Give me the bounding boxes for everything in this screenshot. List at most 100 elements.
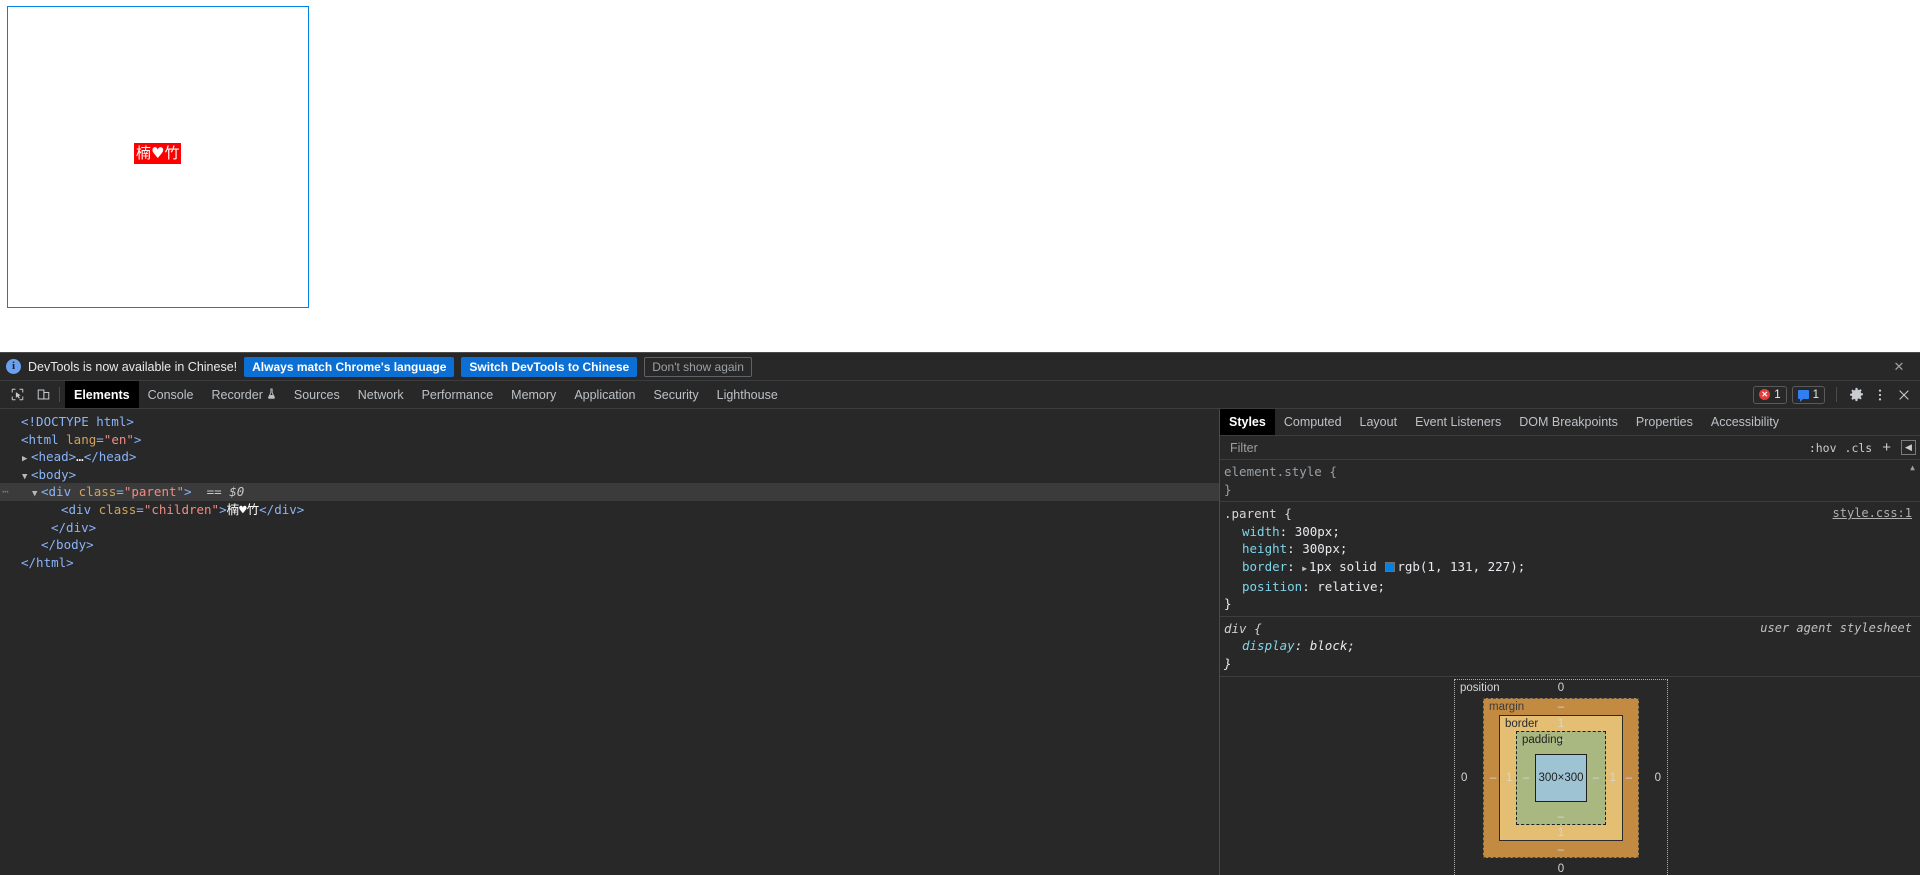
box-model-margin-top[interactable]: – — [1484, 701, 1638, 713]
dom-tree-row[interactable]: </div> — [0, 519, 1219, 537]
tab-layout[interactable]: Layout — [1351, 409, 1407, 435]
css-value-color[interactable]: rgb(1, 131, 227); — [1397, 559, 1525, 574]
styles-filter-input[interactable] — [1228, 439, 1801, 456]
tab-styles-label: Styles — [1229, 415, 1266, 429]
box-model-position-left[interactable]: 0 — [1461, 772, 1467, 784]
kebab-menu-icon[interactable] — [1869, 384, 1891, 406]
box-model-padding-left[interactable]: – — [1523, 772, 1529, 784]
tab-network-label: Network — [357, 387, 404, 402]
tab-recorder[interactable]: Recorder — [202, 381, 284, 408]
styles-tabbar: Styles Computed Layout Event Listeners D… — [1220, 409, 1920, 436]
dom-tree-row[interactable]: <div class="children">楠♥竹</div> — [0, 501, 1219, 519]
css-property[interactable]: height — [1224, 541, 1287, 556]
box-model-border-left[interactable]: 1 — [1506, 772, 1512, 784]
css-property[interactable]: border — [1224, 559, 1287, 574]
box-model-content-box[interactable]: 300×300 — [1535, 753, 1587, 802]
tabbar-right-controls: ✕ 1 1 — [1753, 381, 1920, 408]
css-colon: : — [1287, 558, 1303, 574]
css-declaration[interactable]: height: 300px; — [1224, 540, 1920, 558]
box-model-padding-bottom[interactable]: – — [1517, 811, 1605, 823]
device-toolbar-icon[interactable] — [30, 381, 56, 408]
css-declaration[interactable]: border: ▶ 1px solid rgb(1, 131, 227); — [1224, 558, 1920, 578]
css-rule-block[interactable]: element.style {} — [1220, 460, 1920, 503]
box-model-border-top[interactable]: 1 — [1500, 718, 1622, 730]
box-model-position-bottom[interactable]: 0 — [1455, 863, 1667, 875]
tab-event-listeners[interactable]: Event Listeners — [1406, 409, 1510, 435]
css-selector[interactable]: .parent { — [1224, 505, 1920, 523]
box-model-position-top[interactable]: 0 — [1455, 682, 1667, 694]
tab-console[interactable]: Console — [139, 381, 203, 408]
always-match-chrome-language-button[interactable]: Always match Chrome's language — [244, 356, 455, 377]
tab-sources[interactable]: Sources — [285, 381, 349, 408]
dom-tree-row[interactable]: <html lang="en"> — [0, 431, 1219, 449]
dom-tree-row[interactable]: ▶ <head>…</head> — [0, 448, 1219, 466]
close-devtools-icon[interactable] — [1893, 384, 1915, 406]
dom-tree-row[interactable]: <!DOCTYPE html> — [0, 413, 1219, 431]
css-declaration[interactable]: display: block; — [1224, 637, 1920, 655]
box-model-margin-bottom[interactable]: – — [1484, 844, 1638, 856]
box-model-position-right[interactable]: 0 — [1655, 772, 1661, 784]
tab-sources-label: Sources — [293, 387, 340, 402]
css-value[interactable]: block; — [1310, 638, 1355, 653]
box-model-margin-left[interactable]: – — [1490, 772, 1496, 784]
box-model-margin-right[interactable]: – — [1626, 772, 1632, 784]
tab-network[interactable]: Network — [349, 381, 413, 408]
css-property[interactable]: display — [1224, 638, 1295, 653]
dom-tree-row[interactable]: ▼ <body> — [0, 466, 1219, 484]
tab-memory-label: Memory — [511, 387, 557, 402]
box-model-padding-top[interactable]: – — [1517, 734, 1605, 746]
tab-performance[interactable]: Performance — [413, 381, 503, 408]
tab-application[interactable]: Application — [565, 381, 644, 408]
css-selector[interactable]: element.style { — [1224, 463, 1920, 481]
new-style-rule-button[interactable]: + — [1880, 439, 1893, 456]
dom-tree-row[interactable]: </html> — [0, 554, 1219, 572]
tab-elements[interactable]: Elements — [65, 381, 139, 408]
box-model-padding-right[interactable]: – — [1593, 772, 1599, 784]
dom-tree-row[interactable]: ⋯ ▼ <div class="parent"> == $0 — [0, 483, 1219, 501]
gear-icon[interactable] — [1845, 384, 1867, 406]
dont-show-again-button[interactable]: Don't show again — [644, 356, 752, 377]
box-model-border-bottom[interactable]: 1 — [1500, 827, 1622, 839]
tab-dom-breakpoints[interactable]: DOM Breakpoints — [1510, 409, 1627, 435]
tab-dom-breakpoints-label: DOM Breakpoints — [1519, 415, 1618, 429]
tab-memory[interactable]: Memory — [502, 381, 565, 408]
tab-security[interactable]: Security — [644, 381, 707, 408]
css-value[interactable]: relative; — [1317, 579, 1385, 594]
dom-tree-panel[interactable]: <!DOCTYPE html> <html lang="en"> ▶ <head>…<… — [0, 409, 1219, 875]
tab-lighthouse[interactable]: Lighthouse — [708, 381, 787, 408]
browser-viewport: 楠♥竹 — [0, 0, 1920, 352]
dom-tree-row[interactable]: </body> — [0, 536, 1219, 554]
computed-sidebar-toggle-icon[interactable]: ◀ — [1901, 440, 1916, 455]
box-model-border-right[interactable]: 1 — [1610, 772, 1616, 784]
css-rule-origin[interactable]: style.css:1 — [1833, 505, 1912, 523]
css-rule-block[interactable]: style.css:1 .parent {width: 300px; height:… — [1220, 502, 1920, 617]
css-value[interactable]: 300px; — [1302, 541, 1347, 556]
children-div: 楠♥竹 — [134, 143, 182, 164]
css-value[interactable]: 300px; — [1295, 524, 1340, 539]
hov-toggle[interactable]: :hov — [1809, 441, 1837, 455]
message-count: 1 — [1812, 388, 1819, 401]
error-count-badge[interactable]: ✕ 1 — [1753, 385, 1787, 404]
css-declaration[interactable]: width: 300px; — [1224, 523, 1920, 541]
tab-properties[interactable]: Properties — [1627, 409, 1702, 435]
css-property[interactable]: width — [1224, 524, 1280, 539]
cls-toggle[interactable]: .cls — [1845, 441, 1873, 455]
color-swatch[interactable] — [1385, 561, 1396, 572]
switch-devtools-to-chinese-button[interactable]: Switch DevTools to Chinese — [461, 356, 638, 377]
css-declaration[interactable]: position: relative; — [1224, 578, 1920, 596]
infobar-close-icon[interactable]: ✕ — [1890, 358, 1908, 376]
box-model-margin-layer: margin – – – – border 1 1 1 1 padding – … — [1483, 697, 1639, 858]
tab-accessibility[interactable]: Accessibility — [1702, 409, 1788, 435]
tab-computed[interactable]: Computed — [1275, 409, 1351, 435]
box-model-position-layer: position 0 0 0 0 margin – – – – border 1… — [1455, 680, 1667, 875]
tab-styles[interactable]: Styles — [1220, 409, 1275, 435]
message-count-badge[interactable]: 1 — [1791, 385, 1825, 404]
inspect-element-icon[interactable] — [4, 381, 30, 408]
dom-row-menu-icon[interactable]: ⋯ — [2, 483, 10, 501]
css-property[interactable]: position — [1224, 579, 1302, 594]
tab-console-label: Console — [147, 387, 194, 402]
tab-security-label: Security — [653, 387, 699, 402]
infobar-message: DevTools is now available in Chinese! — [28, 359, 238, 374]
css-value[interactable]: 1px solid — [1309, 559, 1384, 574]
css-rule-block[interactable]: user agent stylesheet div {display: block… — [1220, 617, 1920, 677]
